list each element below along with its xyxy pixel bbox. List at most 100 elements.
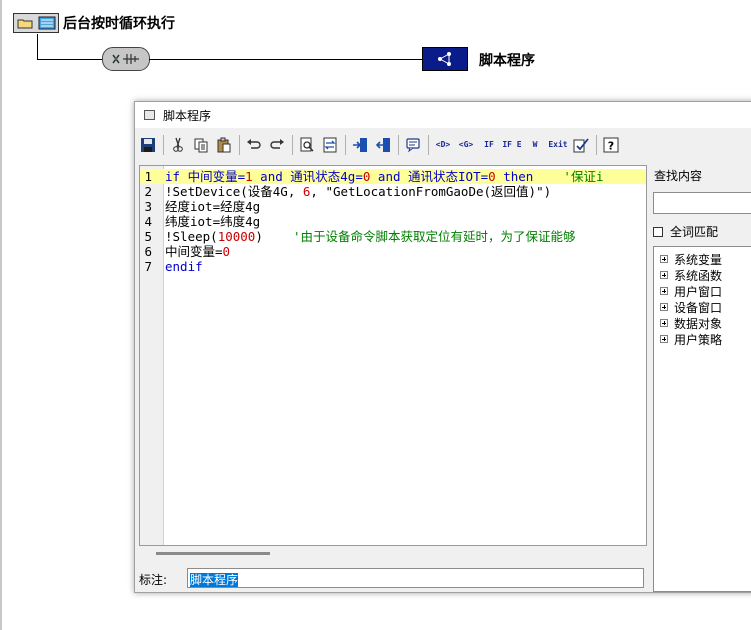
dialog-titlebar[interactable]: 脚本程序 <box>135 102 751 128</box>
line-text: 纬度iot=纬度4g <box>165 214 260 229</box>
remark-label: 标注: <box>139 573 168 587</box>
insert-global-button[interactable]: <G> <box>455 134 477 156</box>
expand-icon[interactable] <box>660 271 668 279</box>
toolbar-separator <box>428 135 429 155</box>
code-token: if <box>165 169 188 184</box>
search-label: 查找内容 <box>654 169 703 183</box>
code-token: 1 <box>245 169 253 184</box>
line-number: 2 <box>144 184 152 199</box>
svg-text:?: ? <box>608 140 614 153</box>
horizontal-scrollbar[interactable] <box>139 546 647 562</box>
code-token: 通讯状态4g= <box>290 169 363 184</box>
script-node[interactable] <box>422 47 468 71</box>
expand-icon[interactable] <box>660 255 668 263</box>
cut-icon[interactable] <box>167 134 189 156</box>
remark-value: 脚本程序 <box>190 573 239 587</box>
insert-if-else-button[interactable]: IF E <box>501 134 523 156</box>
expand-icon[interactable] <box>660 335 668 343</box>
tree-item-user-strategies[interactable]: 用户策略 <box>660 331 722 347</box>
toolbar-separator <box>596 135 597 155</box>
whole-word-match-option[interactable]: 全词匹配 <box>653 223 718 240</box>
code-line[interactable]: 7 endif <box>140 259 620 274</box>
code-line[interactable]: 3 经度iot=经度4g <box>140 199 620 214</box>
code-token: '保证i <box>533 169 604 184</box>
code-editor[interactable]: 1 if 中间变量=1 and 通讯状态4g=0 and 通讯状态IOT=0 th… <box>139 165 647 546</box>
tree-item-system-variables[interactable]: 系统变量 <box>660 251 722 267</box>
code-token: 10000 <box>217 229 256 244</box>
expand-icon[interactable] <box>660 287 668 295</box>
code-token: 中间变量= <box>187 169 246 184</box>
save-icon[interactable] <box>137 134 159 156</box>
line-number: 4 <box>144 214 152 229</box>
toolbar-separator <box>398 135 399 155</box>
line-text: 中间变量=0 <box>165 244 230 259</box>
toolbar-separator <box>163 135 164 155</box>
find-icon[interactable] <box>296 134 318 156</box>
flow-connector <box>37 34 38 59</box>
paste-icon[interactable] <box>213 134 235 156</box>
outdent-icon[interactable] <box>372 134 394 156</box>
code-line[interactable]: 5 !Sleep(10000) '由于设备命令脚本获取定位有延时，为了保证能够 <box>140 229 620 244</box>
scrollbar-thumb[interactable] <box>156 552 270 555</box>
code-line[interactable]: 2 !SetDevice(设备4G, 6, "GetLocationFromGao… <box>140 184 620 199</box>
editor-toolbar: <D> <G> IF IF E W Exit ? <box>137 133 623 157</box>
expand-icon[interactable] <box>660 319 668 327</box>
condition-icon <box>112 54 139 64</box>
code-line[interactable]: 1 if 中间变量=1 and 通讯状态4g=0 and 通讯状态IOT=0 th… <box>140 169 646 184</box>
check-icon[interactable] <box>570 134 592 156</box>
condition-node[interactable] <box>102 47 150 71</box>
line-number: 6 <box>144 244 152 259</box>
script-editor-dialog: 脚本程序 <D> <G> IF IF E W Exit ? 1 if 中间变量=… <box>134 101 751 593</box>
script-node-icon <box>438 52 451 66</box>
whole-word-label: 全词匹配 <box>670 225 719 239</box>
window-edge <box>0 0 2 630</box>
line-text: !SetDevice(设备4G, 6, "GetLocationFromGaoD… <box>165 184 551 199</box>
flow-title: 后台按时循环执行 <box>63 16 175 32</box>
redo-icon[interactable] <box>266 134 288 156</box>
code-token: ) <box>255 229 263 244</box>
comment-icon[interactable] <box>402 134 424 156</box>
insert-device-button[interactable]: <D> <box>432 134 454 156</box>
code-token: 纬度iot=纬度4g <box>165 214 261 229</box>
line-number: 3 <box>144 199 152 214</box>
whole-word-checkbox[interactable] <box>653 226 663 237</box>
toolbar-separator <box>292 135 293 155</box>
code-token: !Sleep( <box>165 229 218 244</box>
flow-connector <box>37 59 103 60</box>
line-number: 5 <box>144 229 152 244</box>
code-token: '由于设备命令脚本获取定位有延时，为了保证能够 <box>262 229 576 244</box>
help-icon[interactable]: ? <box>600 134 622 156</box>
expand-icon[interactable] <box>660 303 668 311</box>
code-token: 中间变量= <box>165 244 223 259</box>
remark-input[interactable]: 脚本程序 <box>187 568 644 588</box>
code-line[interactable]: 6 中间变量=0 <box>140 244 620 259</box>
window-icon <box>144 110 155 120</box>
tree-item-data-objects[interactable]: 数据对象 <box>660 315 722 331</box>
insert-if-button[interactable]: IF <box>478 134 500 156</box>
search-input[interactable] <box>653 192 751 214</box>
dialog-title: 脚本程序 <box>163 108 212 123</box>
copy-icon[interactable] <box>190 134 212 156</box>
tree-item-system-functions[interactable]: 系统函数 <box>660 267 722 283</box>
tree-item-device-windows[interactable]: 设备窗口 <box>660 299 722 315</box>
code-token: 0 <box>222 244 231 259</box>
toolbar-separator <box>239 135 240 155</box>
code-token: and <box>252 169 291 184</box>
replace-icon[interactable] <box>319 134 341 156</box>
undo-icon[interactable] <box>243 134 265 156</box>
line-text: if 中间变量=1 and 通讯状态4g=0 and 通讯状态IOT=0 the… <box>165 169 603 184</box>
tree-item-user-windows[interactable]: 用户窗口 <box>660 283 722 299</box>
flow-start-block[interactable]: 后台按时循环执行 <box>13 13 175 33</box>
insert-exit-button[interactable]: Exit <box>547 134 569 156</box>
code-token: !SetDevice(设备4G, <box>165 184 303 199</box>
line-number: 1 <box>144 169 152 184</box>
code-token: endif <box>165 259 203 274</box>
object-tree: 系统变量 系统函数 用户窗口 设备窗口 数据对象 用户策略 <box>653 246 751 592</box>
code-token: 通讯状态IOT= <box>408 169 489 184</box>
code-token: 经度iot=经度4g <box>165 199 261 214</box>
line-number: 7 <box>144 259 152 274</box>
indent-icon[interactable] <box>349 134 371 156</box>
line-text: 经度iot=经度4g <box>165 199 260 214</box>
insert-while-button[interactable]: W <box>524 134 546 156</box>
code-line[interactable]: 4 纬度iot=纬度4g <box>140 214 620 229</box>
